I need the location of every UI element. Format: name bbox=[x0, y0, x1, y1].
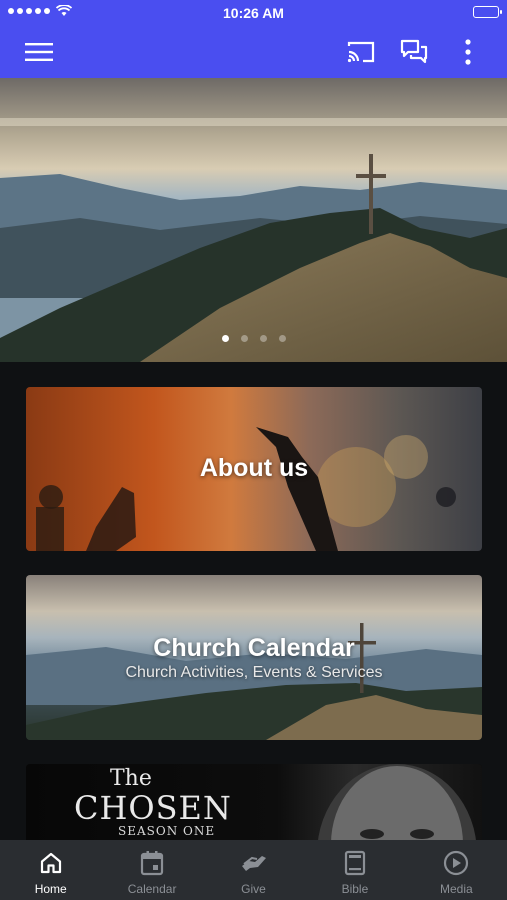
more-vertical-icon[interactable] bbox=[452, 36, 484, 68]
tab-media-label: Media bbox=[439, 882, 473, 896]
tab-give-label: Give bbox=[241, 882, 266, 896]
hero-carousel[interactable] bbox=[0, 78, 507, 362]
battery-icon bbox=[473, 6, 502, 18]
app-header bbox=[0, 26, 507, 78]
church-calendar-card[interactable]: Church Calendar Church Activities, Event… bbox=[26, 575, 482, 740]
about-us-title: About us bbox=[199, 454, 309, 482]
home-icon bbox=[37, 849, 65, 877]
carousel-pager[interactable] bbox=[0, 335, 507, 345]
tab-bible[interactable]: Bible bbox=[304, 840, 405, 900]
hamburger-menu-icon[interactable] bbox=[23, 36, 55, 68]
play-circle-icon bbox=[442, 849, 470, 877]
cast-icon[interactable] bbox=[345, 36, 377, 68]
church-calendar-title: Church Calendar bbox=[153, 634, 355, 662]
mountain-cross-image bbox=[0, 78, 507, 362]
bible-icon bbox=[341, 849, 369, 877]
pager-dot-active[interactable] bbox=[221, 335, 229, 342]
give-hand-icon bbox=[240, 849, 268, 877]
church-calendar-subtitle: Church Activities, Events & Services bbox=[125, 664, 383, 681]
chat-icon[interactable] bbox=[398, 36, 430, 68]
pager-dot[interactable] bbox=[278, 335, 286, 342]
chosen-title-line3: SEASON ONE bbox=[118, 824, 216, 838]
chosen-title-line1: The bbox=[110, 766, 152, 791]
about-us-card[interactable]: About us bbox=[26, 387, 482, 551]
pager-dot[interactable] bbox=[259, 335, 267, 342]
chosen-title-line2: CHOSEN bbox=[74, 789, 232, 827]
calendar-icon bbox=[138, 849, 166, 877]
status-bar: 10:26 AM bbox=[0, 0, 507, 26]
bottom-tab-bar: Home Calendar Give Bible Media bbox=[0, 840, 507, 900]
tab-media[interactable]: Media bbox=[406, 840, 507, 900]
tab-calendar[interactable]: Calendar bbox=[101, 840, 202, 900]
tab-give[interactable]: Give bbox=[203, 840, 304, 900]
tab-bible-label: Bible bbox=[341, 882, 369, 896]
status-time: 10:26 AM bbox=[223, 5, 284, 21]
pager-dot[interactable] bbox=[240, 335, 248, 342]
tab-home[interactable]: Home bbox=[0, 840, 101, 900]
tab-home-label: Home bbox=[34, 882, 67, 896]
tab-calendar-label: Calendar bbox=[127, 882, 177, 896]
